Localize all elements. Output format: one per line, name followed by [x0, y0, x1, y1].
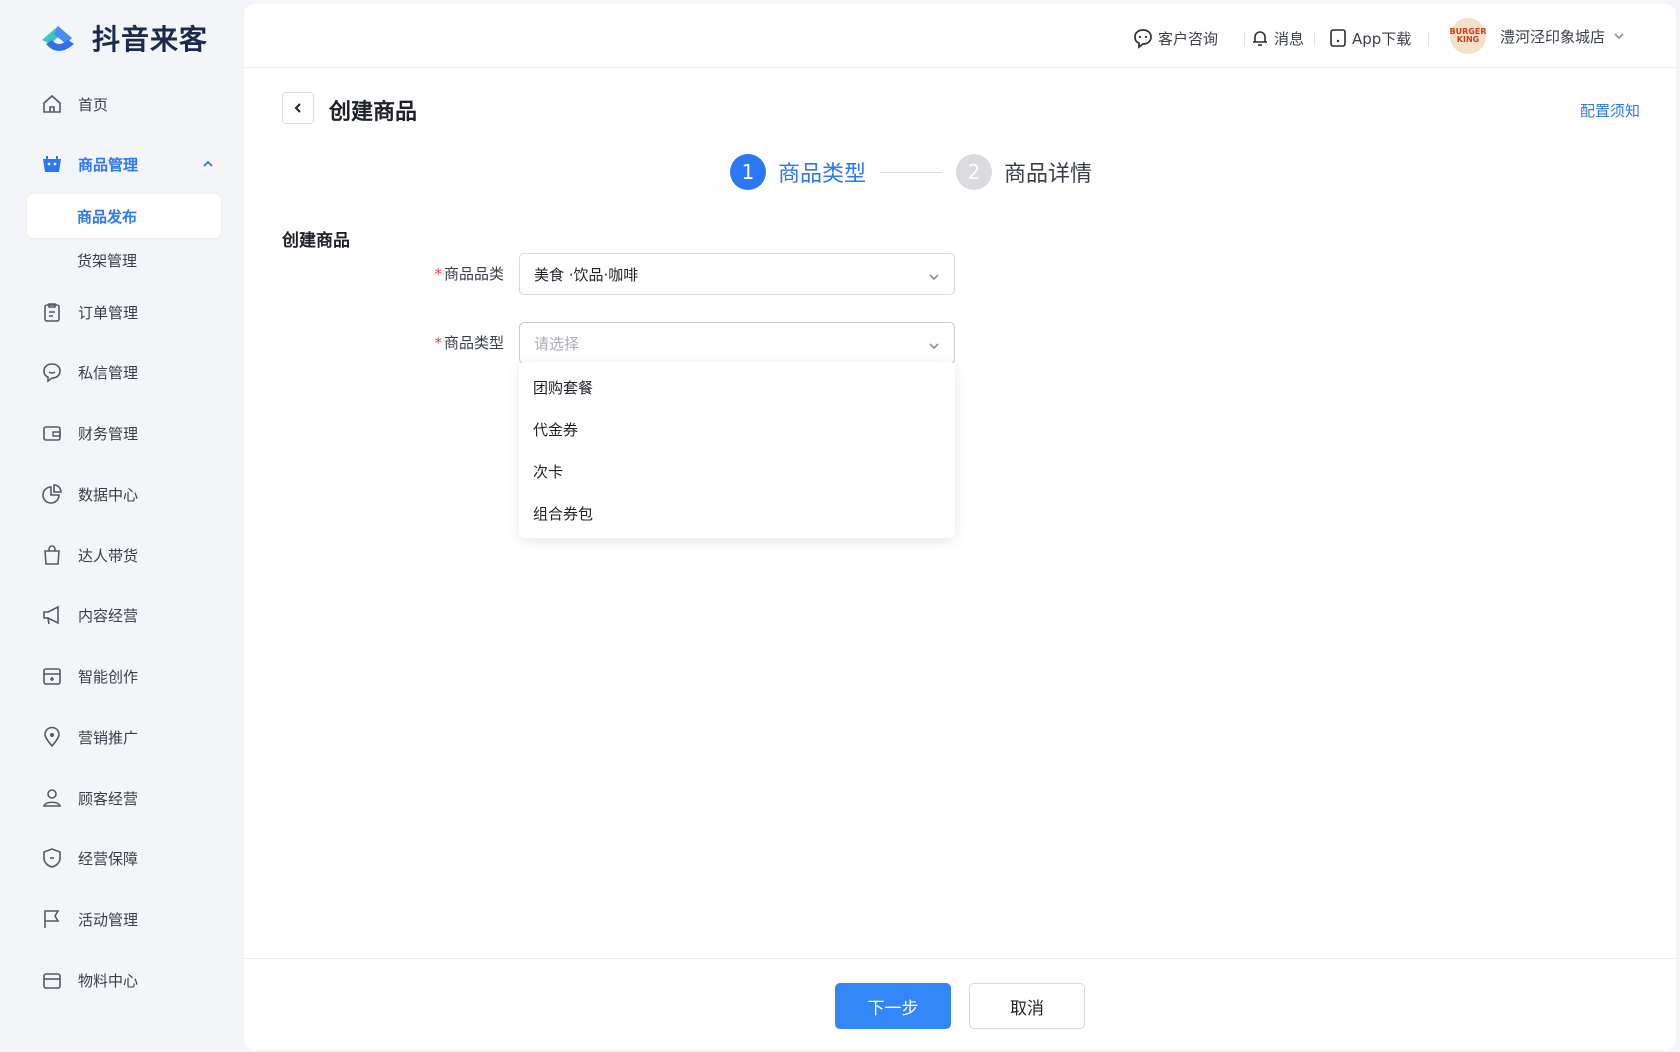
box-icon [40, 968, 64, 992]
sidebar: 抖音来客 首页 商品管理 商品发布 货架管理 订单管理 私信管理 财务管理 数据… [0, 0, 244, 1052]
sidebar-item-activities[interactable]: 活动管理 [0, 899, 244, 939]
sidebar-item-label: 活动管理 [78, 910, 139, 929]
store-name: 澧河泾印象城店 [1500, 27, 1606, 46]
sidebar-item-product-management[interactable]: 商品管理 [0, 144, 244, 184]
step-2-number: 2 [956, 154, 993, 190]
sidebar-item-label: 数据中心 [78, 485, 139, 504]
shield-icon [40, 846, 64, 870]
chevron-down-icon [928, 269, 940, 287]
wallet-icon [40, 421, 64, 445]
flag-icon [40, 907, 64, 931]
type-label: * 商品类型 [434, 334, 504, 352]
app-download-label: App下载 [1352, 29, 1412, 48]
sidebar-item-finance[interactable]: 财务管理 [0, 413, 244, 453]
sidebar-item-shelf-management[interactable]: 货架管理 [27, 238, 221, 282]
step-1-label: 商品类型 [778, 162, 867, 187]
next-step-button[interactable]: 下一步 [835, 983, 951, 1029]
divider [1244, 32, 1245, 46]
sidebar-item-label: 物料中心 [78, 971, 139, 990]
type-select[interactable]: 请选择 [519, 322, 955, 364]
chat-icon [1132, 27, 1154, 49]
main-panel: 客户咨询 消息 App下载 BURGER KING 澧河泾印象城店 创建商品 配… [244, 4, 1676, 1050]
sidebar-item-label: 内容经营 [78, 606, 139, 625]
sidebar-item-label: 商品管理 [78, 155, 139, 174]
shopping-bag-icon [40, 543, 64, 567]
sidebar-item-ai-creation[interactable]: 智能创作 [0, 656, 244, 696]
required-mark: * [434, 334, 442, 352]
type-dropdown-menu: 团购套餐 代金券 次卡 组合券包 [519, 362, 955, 538]
sidebar-item-label: 智能创作 [78, 667, 139, 686]
chevron-left-icon [292, 99, 304, 118]
sidebar-item-customers[interactable]: 顾客经营 [0, 778, 244, 818]
chevron-up-icon [202, 156, 214, 174]
home-icon [40, 92, 64, 116]
divider [1314, 32, 1315, 46]
bell-icon [1250, 28, 1270, 48]
type-placeholder: 请选择 [534, 334, 580, 353]
section-title: 创建商品 [282, 231, 350, 251]
category-label: * 商品品类 [434, 265, 504, 283]
consult-label: 客户咨询 [1158, 29, 1219, 48]
messages-button[interactable]: 消息 [1250, 24, 1304, 52]
divider [1428, 32, 1429, 46]
sidebar-item-guarantee[interactable]: 经营保障 [0, 838, 244, 878]
sidebar-item-label: 经营保障 [78, 849, 139, 868]
step-connector [880, 171, 943, 173]
sidebar-item-home[interactable]: 首页 [0, 84, 244, 124]
config-notes-link[interactable]: 配置须知 [1580, 100, 1640, 121]
dropdown-option[interactable]: 组合券包 [519, 492, 955, 534]
footer-bar: 下一步 取消 [244, 958, 1676, 1050]
step-1-number: 1 [730, 154, 766, 190]
page-title: 创建商品 [329, 100, 418, 125]
messages-label: 消息 [1274, 29, 1305, 48]
sidebar-item-marketing[interactable]: 营销推广 [0, 717, 244, 757]
logo-icon [38, 18, 84, 58]
sidebar-item-label: 财务管理 [78, 424, 139, 443]
logo[interactable]: 抖音来客 [38, 16, 208, 60]
sidebar-item-product-publish[interactable]: 商品发布 [27, 194, 221, 238]
logo-text: 抖音来客 [92, 23, 209, 56]
stepper: 1 商品类型 2 商品详情 [730, 154, 1092, 190]
sidebar-item-materials[interactable]: 物料中心 [0, 960, 244, 1000]
store-switcher[interactable]: BURGER KING 澧河泾印象城店 [1450, 18, 1629, 54]
dropdown-option[interactable]: 次卡 [519, 450, 955, 492]
user-icon [40, 786, 64, 810]
cancel-button[interactable]: 取消 [969, 983, 1085, 1029]
phone-icon [1328, 28, 1348, 48]
sidebar-item-influencer[interactable]: 达人带货 [0, 535, 244, 575]
avatar: BURGER KING [1450, 18, 1486, 54]
sidebar-item-data-center[interactable]: 数据中心 [0, 474, 244, 514]
back-button[interactable] [282, 92, 314, 124]
required-mark: * [434, 265, 442, 283]
sidebar-item-label: 订单管理 [78, 303, 139, 322]
shopping-basket-icon [40, 152, 64, 176]
chat-bubble-icon [40, 360, 64, 384]
location-pin-icon [40, 725, 64, 749]
dropdown-option[interactable]: 代金券 [519, 408, 955, 450]
dropdown-option[interactable]: 团购套餐 [519, 366, 955, 408]
sidebar-item-label: 营销推广 [78, 728, 139, 747]
category-select[interactable]: 美食 ·饮品·咖啡 [519, 253, 955, 295]
calendar-icon [40, 664, 64, 688]
megaphone-icon [40, 603, 64, 627]
chevron-down-icon [928, 338, 940, 356]
clipboard-icon [40, 300, 64, 324]
sidebar-item-label: 顾客经营 [78, 789, 139, 808]
sidebar-item-messages[interactable]: 私信管理 [0, 352, 244, 392]
sidebar-item-label: 私信管理 [78, 363, 139, 382]
sidebar-item-label: 首页 [78, 95, 109, 114]
sidebar-item-content[interactable]: 内容经营 [0, 595, 244, 635]
app-download-button[interactable]: App下载 [1328, 24, 1411, 52]
category-value: 美食 ·饮品·咖啡 [534, 265, 639, 284]
customer-consult-button[interactable]: 客户咨询 [1132, 24, 1218, 52]
pie-chart-icon [40, 482, 64, 506]
sidebar-item-label: 达人带货 [78, 546, 139, 565]
step-2-label: 商品详情 [1004, 162, 1093, 187]
topbar: 客户咨询 消息 App下载 BURGER KING 澧河泾印象城店 [244, 4, 1676, 68]
sidebar-item-orders[interactable]: 订单管理 [0, 292, 244, 332]
chevron-down-icon [1613, 30, 1625, 42]
